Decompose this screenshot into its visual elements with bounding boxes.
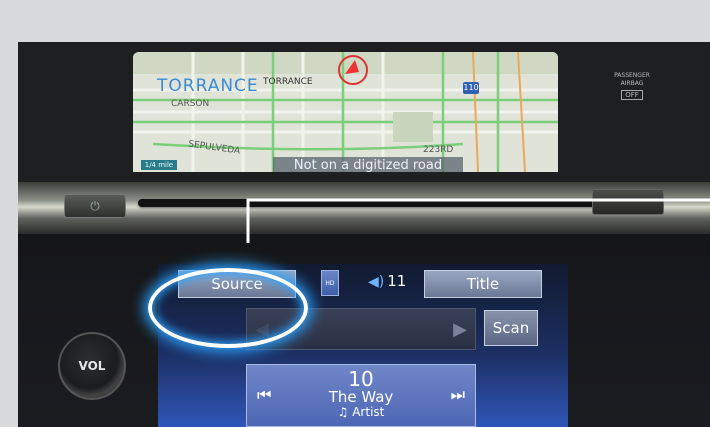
passenger-airbag-indicator: PASSENGER AIRBAG OFF xyxy=(610,72,654,118)
eject-button[interactable] xyxy=(592,189,664,215)
hd-radio-icon: HD xyxy=(321,270,339,296)
preset-right-arrow-icon[interactable]: ▶ xyxy=(453,319,467,340)
skip-forward-icon[interactable]: ⏭ xyxy=(451,385,465,405)
map-roads xyxy=(133,52,558,172)
map-town-label: TORRANCE xyxy=(157,76,259,96)
dashboard: TORRANCE TORRANCE CARSON SEPULVEDA 223RD… xyxy=(18,42,710,427)
title-button[interactable]: Title xyxy=(424,270,542,298)
scan-button[interactable]: Scan xyxy=(484,310,538,346)
volume-level: 11 xyxy=(387,272,407,290)
source-callout-ring xyxy=(148,268,308,348)
speaker-icon: ◀) xyxy=(368,274,385,290)
power-button[interactable]: ⏻ xyxy=(64,194,126,218)
music-note-icon: ♫ xyxy=(337,405,353,419)
map-status-banner: Not on a digitized road xyxy=(273,157,463,172)
airbag-line2: AIRBAG xyxy=(620,80,644,87)
highway-shield-icon: 110 xyxy=(463,82,479,94)
navigation-map[interactable]: TORRANCE TORRANCE CARSON SEPULVEDA 223RD… xyxy=(133,52,558,172)
volume-knob[interactable]: VOL xyxy=(58,332,126,400)
airbag-line1: PASSENGER xyxy=(614,72,650,79)
disc-slot xyxy=(138,199,608,207)
artist-name: ♫ Artist xyxy=(247,405,475,419)
artist-label: Artist xyxy=(352,405,385,419)
now-playing-card[interactable]: ⏮ 10 The Way ♫ Artist ⏭ xyxy=(246,364,476,427)
power-icon: ⏻ xyxy=(90,199,100,213)
map-street-label: 223RD xyxy=(423,145,454,155)
song-title: The Way xyxy=(328,388,394,406)
map-scale: 1/4 mile xyxy=(141,160,177,170)
preset-number: 10 xyxy=(348,367,374,391)
map-town-small-label: TORRANCE xyxy=(263,77,313,87)
volume-indicator: ◀) 11 xyxy=(368,272,406,290)
map-carson-label: CARSON xyxy=(171,99,210,109)
airbag-state: OFF xyxy=(621,90,643,100)
